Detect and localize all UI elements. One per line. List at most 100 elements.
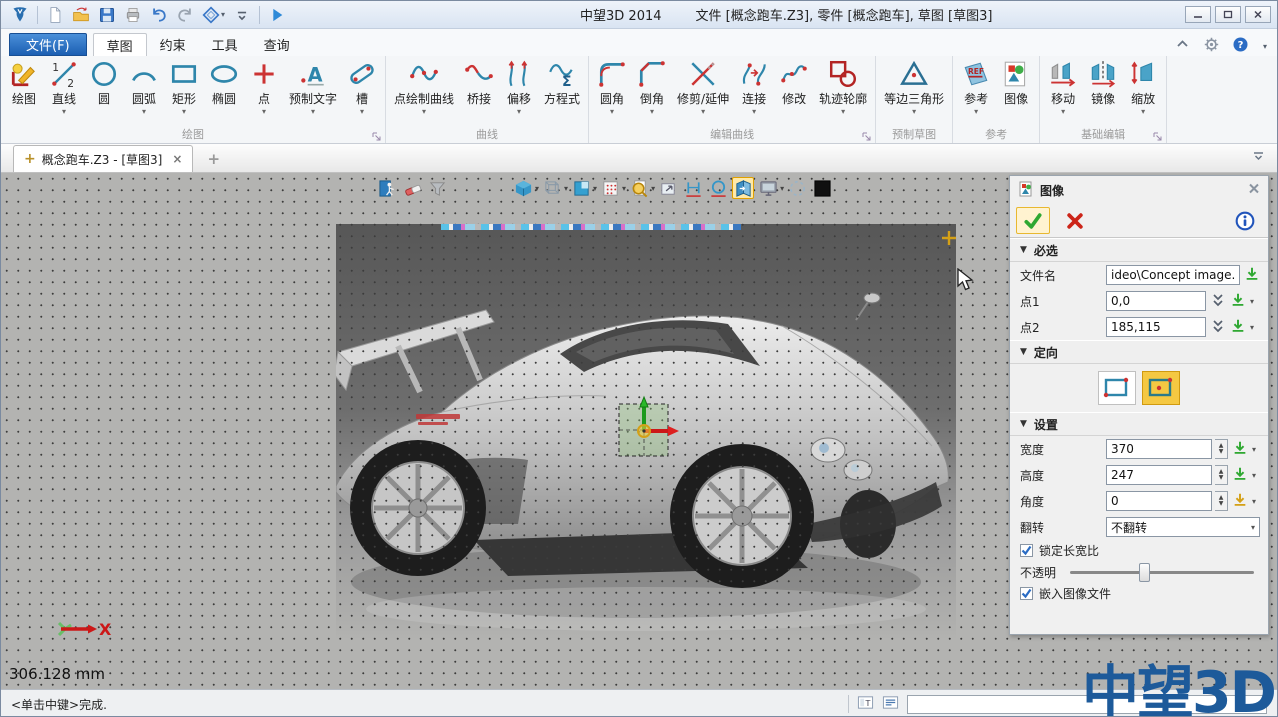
angle-spinner[interactable]: ▲▼	[1215, 491, 1228, 511]
dropdown-caret-icon[interactable]: ▾	[593, 184, 597, 193]
lock-aspect-checkbox[interactable]	[1020, 544, 1033, 557]
opacity-slider-thumb[interactable]	[1139, 563, 1150, 582]
image-plane-icon[interactable]	[732, 177, 754, 199]
redo-icon[interactable]	[173, 4, 197, 26]
dropdown-caret-icon[interactable]: ▾	[182, 107, 186, 117]
input-mode-icon[interactable]: T	[857, 694, 874, 714]
point1-dropdown-caret[interactable]: ▾	[1250, 297, 1254, 306]
display-monitor-icon[interactable]	[757, 177, 779, 199]
filter-icon[interactable]	[426, 177, 448, 199]
shaded-cube-icon[interactable]	[512, 177, 534, 199]
settings-gear-icon[interactable]	[1204, 37, 1219, 56]
ribbon-tool-track-profile[interactable]: 轨迹轮廓▾	[814, 57, 872, 127]
ribbon-tool-text[interactable]: A预制文字▾	[284, 57, 342, 127]
close-button[interactable]	[1245, 6, 1271, 23]
info-button[interactable]	[1228, 207, 1262, 234]
ribbon-tool-modify[interactable]: 修改	[774, 57, 814, 127]
view-plane-icon[interactable]	[570, 177, 592, 199]
ribbon-tool-offset[interactable]: 偏移▾	[499, 57, 539, 127]
ribbon-tool-sketch[interactable]: 绘图	[4, 57, 44, 127]
maximize-button[interactable]	[1215, 6, 1241, 23]
minimize-button[interactable]	[1185, 6, 1211, 23]
filename-input[interactable]	[1106, 265, 1240, 285]
ribbon-tool-ellipse[interactable]: 椭圆	[204, 57, 244, 127]
expand-chevrons-icon[interactable]	[1210, 318, 1226, 337]
wireframe-cube-icon[interactable]	[541, 177, 563, 199]
collapse-ribbon-icon[interactable]	[1175, 37, 1190, 56]
height-spinner[interactable]: ▲▼	[1215, 465, 1228, 485]
ribbon-tool-image[interactable]: 图像	[996, 57, 1036, 127]
pick-width-icon[interactable]	[1232, 440, 1248, 459]
cancel-button[interactable]	[1058, 207, 1092, 234]
dropdown-caret-icon[interactable]: ▾	[752, 107, 756, 117]
zoom-document-icon[interactable]	[628, 177, 650, 199]
section-required[interactable]: ▼必选	[1010, 238, 1268, 262]
new-file-icon[interactable]	[43, 4, 67, 26]
orientation-center-point-button[interactable]	[1142, 371, 1180, 405]
ribbon-tool-connect[interactable]: 连接▾	[734, 57, 774, 127]
undo-icon[interactable]	[147, 4, 171, 26]
width-input[interactable]	[1106, 439, 1212, 459]
ok-button[interactable]	[1016, 207, 1050, 234]
resize-view-icon[interactable]	[657, 177, 679, 199]
dropdown-caret-icon[interactable]: ▾	[564, 184, 568, 193]
help-dropdown-caret[interactable]: ▾	[1263, 42, 1267, 51]
play-icon[interactable]	[265, 4, 289, 26]
ribbon-tool-line[interactable]: 12直线▾	[44, 57, 84, 127]
color-swatch-icon[interactable]	[811, 177, 833, 199]
pick-angle-icon[interactable]	[1232, 492, 1248, 511]
height-dropdown-caret[interactable]: ▾	[1252, 471, 1256, 480]
dialog-launcher-icon[interactable]	[862, 130, 871, 145]
dropdown-caret-icon[interactable]: ▾	[422, 107, 426, 117]
dropdown-caret-icon[interactable]: ▾	[651, 184, 655, 193]
image-origin-manipulator[interactable]	[609, 395, 681, 467]
dropdown-caret-icon[interactable]: ▾	[142, 107, 146, 117]
open-file-icon[interactable]	[69, 4, 93, 26]
ribbon-tool-trim[interactable]: 修剪/延伸▾	[672, 57, 734, 127]
ribbon-tool-mirror[interactable]: 镜像	[1083, 57, 1123, 127]
dropdown-caret-icon[interactable]: ▾	[517, 107, 521, 117]
dialog-launcher-icon[interactable]	[372, 130, 381, 145]
menu-tab-0[interactable]: 草图	[93, 33, 147, 56]
ribbon-tool-reference[interactable]: REF参考▾	[956, 57, 996, 127]
command-list-icon[interactable]	[882, 694, 899, 714]
print-icon[interactable]	[121, 4, 145, 26]
dropdown-caret-icon[interactable]: ▾	[62, 107, 66, 117]
point2-input[interactable]	[1106, 317, 1206, 337]
ribbon-tool-move[interactable]: 移动▾	[1043, 57, 1083, 127]
dropdown-caret-icon[interactable]: ▾	[650, 107, 654, 117]
grid-settings-icon[interactable]	[599, 177, 621, 199]
app-logo-icon[interactable]	[8, 4, 32, 26]
customize-toolbar-icon[interactable]	[230, 4, 254, 26]
dropdown-caret-icon[interactable]: ▾	[622, 184, 626, 193]
menu-tab-1[interactable]: 约束	[147, 33, 199, 56]
ribbon-tool-bridge[interactable]: 桥接	[459, 57, 499, 127]
width-measure-icon[interactable]	[682, 177, 704, 199]
browse-file-icon[interactable]	[1244, 266, 1260, 285]
pick-height-icon[interactable]	[1232, 466, 1248, 485]
height-input[interactable]	[1106, 465, 1212, 485]
dropdown-caret-icon[interactable]: ▾	[610, 107, 614, 117]
ribbon-tool-spline[interactable]: 点绘制曲线▾	[389, 57, 459, 127]
eraser-icon[interactable]	[401, 177, 423, 199]
ribbon-tool-chamfer[interactable]: 倒角▾	[632, 57, 672, 127]
orientation-corner-points-button[interactable]	[1098, 371, 1136, 405]
dropdown-caret-icon[interactable]: ▾	[912, 107, 916, 117]
dropdown-caret-icon[interactable]: ▾	[262, 107, 266, 117]
opacity-slider[interactable]	[1070, 571, 1254, 574]
width-spinner[interactable]: ▲▼	[1215, 439, 1228, 459]
dropdown-caret-icon[interactable]: ▾	[701, 107, 705, 117]
embed-checkbox[interactable]	[1020, 587, 1033, 600]
ribbon-tool-point[interactable]: 点▾	[244, 57, 284, 127]
expand-chevrons-icon[interactable]	[1210, 292, 1226, 311]
ribbon-tool-circle[interactable]: 圆	[84, 57, 124, 127]
new-tab-button[interactable]: +	[207, 150, 220, 168]
radius-measure-icon[interactable]	[707, 177, 729, 199]
dropdown-caret-icon[interactable]: ▾	[1141, 107, 1145, 117]
angle-dropdown-caret[interactable]: ▾	[1252, 497, 1256, 506]
dropdown-caret-icon[interactable]: ▾	[311, 107, 315, 117]
dialog-launcher-icon[interactable]	[1153, 130, 1162, 145]
dropdown-caret-icon[interactable]: ▾	[974, 107, 978, 117]
view-gizmo-icon[interactable]: ▾	[199, 4, 228, 26]
ribbon-tool-triangle[interactable]: 等边三角形▾	[879, 57, 949, 127]
